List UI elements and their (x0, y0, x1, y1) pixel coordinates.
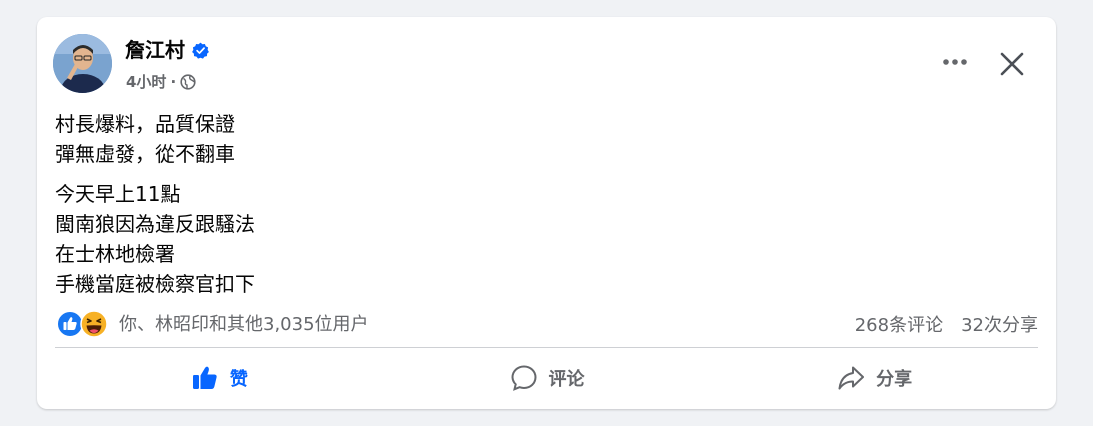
like-label: 赞 (229, 369, 248, 390)
shares-count[interactable]: 32次分享 (961, 311, 1038, 337)
more-options-button[interactable] (940, 51, 970, 73)
close-icon (1000, 52, 1024, 76)
close-button[interactable] (995, 47, 1029, 81)
post-line: 在士林地檢署 (55, 242, 175, 266)
post-body: 村長爆料，品質保證 彈無虛發，從不翻車 今天早上11點 閩南狼因為違反跟騷法 在… (55, 109, 255, 309)
reaction-icons (57, 309, 113, 338)
haha-reaction-icon (80, 310, 108, 338)
post-timestamp[interactable]: 4小时 (126, 72, 166, 92)
share-arrow-icon (838, 366, 865, 390)
post-stats: 268条评论 32次分享 (855, 311, 1038, 337)
post-line: 村長爆料，品質保證 (55, 112, 235, 136)
globe-icon[interactable] (180, 74, 196, 90)
post-paragraph-1: 村長爆料，品質保證 彈無虛發，從不翻車 (55, 109, 255, 169)
author-name-row: 詹江村 (125, 37, 209, 63)
divider (55, 347, 1038, 348)
more-dots-icon (943, 59, 967, 65)
post-meta: 4小时 · (126, 72, 196, 92)
meta-separator: · (170, 73, 177, 91)
author-avatar[interactable] (53, 34, 112, 93)
share-label: 分享 (876, 369, 913, 390)
avatar-image (53, 34, 112, 93)
post-line: 閩南狼因為違反跟騷法 (55, 212, 255, 236)
comment-label: 评论 (548, 369, 585, 390)
comment-button[interactable]: 评论 (383, 353, 711, 403)
action-bar: 赞 评论 分享 (55, 353, 1038, 403)
like-button[interactable]: 赞 (55, 353, 383, 403)
post-line: 手機當庭被檢察官扣下 (55, 272, 255, 296)
comments-count[interactable]: 268条评论 (855, 311, 943, 337)
post-line: 今天早上11點 (55, 182, 181, 206)
verified-badge-icon (192, 42, 209, 59)
author-name[interactable]: 詹江村 (125, 37, 185, 63)
share-button[interactable]: 分享 (710, 353, 1038, 403)
post-line: 彈無虛發，從不翻車 (55, 142, 235, 166)
post-paragraph-2: 今天早上11點 閩南狼因為違反跟騷法 在士林地檢署 手機當庭被檢察官扣下 (55, 179, 255, 299)
reactions-text[interactable]: 你、林昭印和其他3,035位用户 (119, 310, 369, 336)
reactions-summary[interactable]: 你、林昭印和其他3,035位用户 (57, 309, 369, 338)
thumbs-up-icon (192, 366, 217, 389)
post-card: 詹江村 4小时 · 村長爆料，品質保證 彈無虛發，從不翻車 今天早上11點 閩南… (37, 17, 1056, 409)
comment-bubble-icon (510, 365, 537, 391)
